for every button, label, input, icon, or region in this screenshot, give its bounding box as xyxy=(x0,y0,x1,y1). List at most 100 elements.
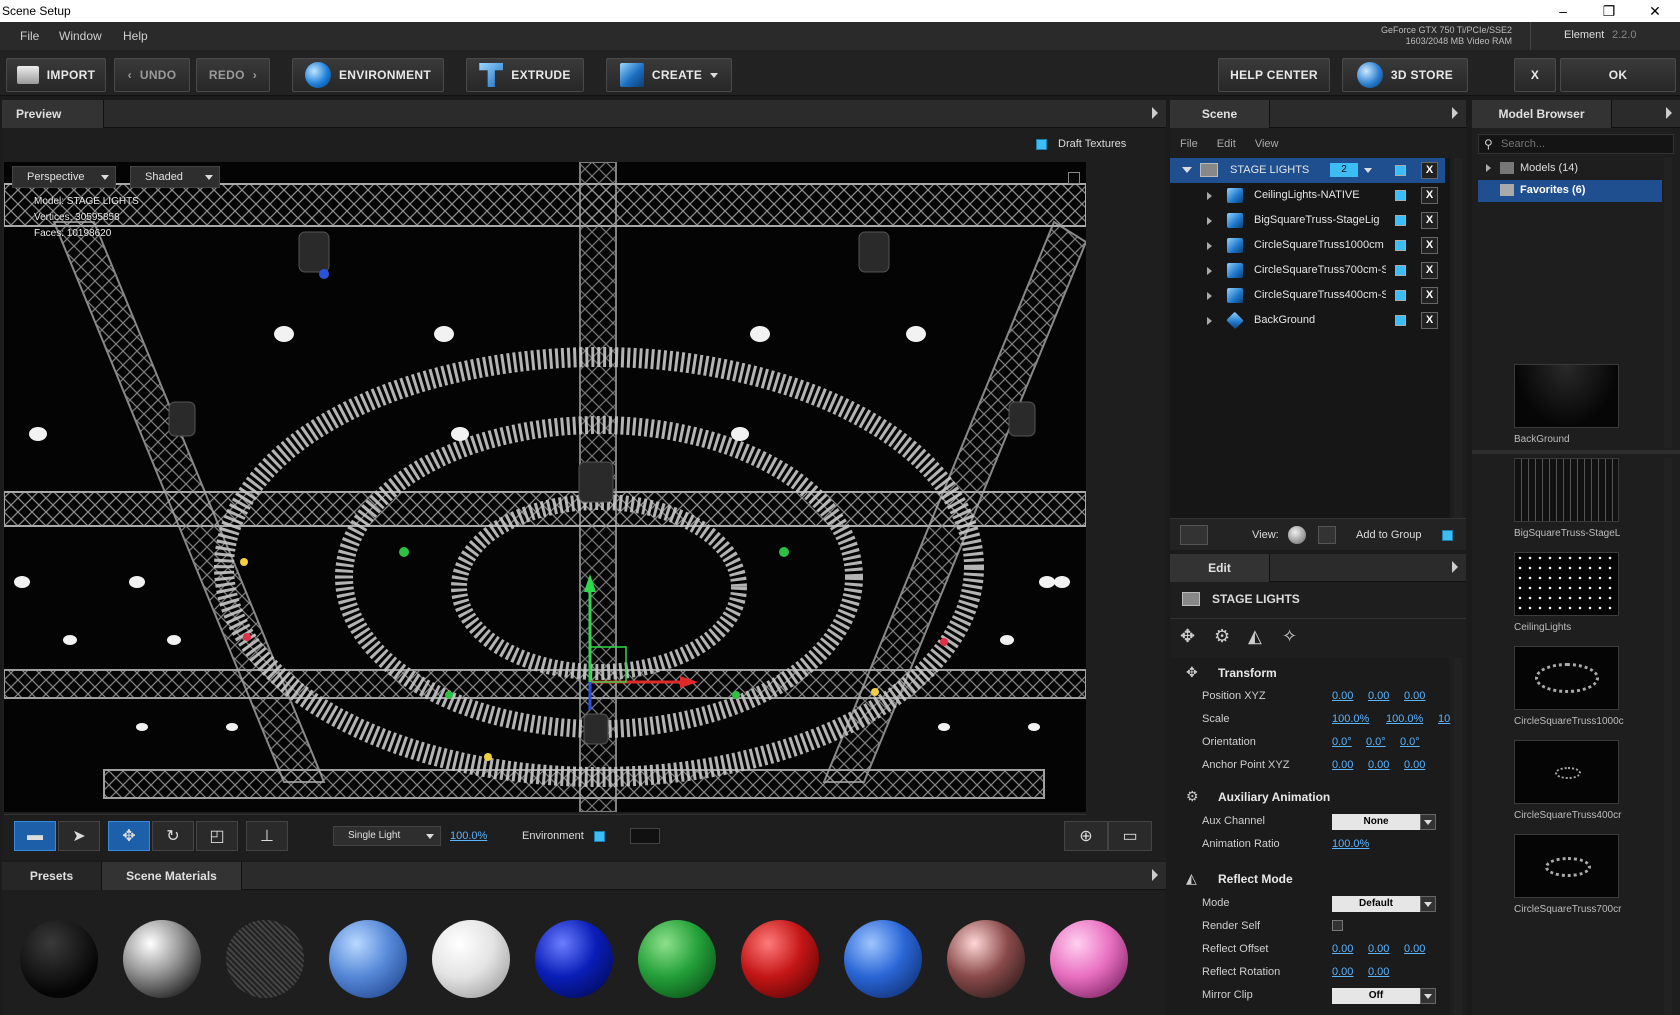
select-pointer-icon[interactable]: ➤ xyxy=(58,821,100,851)
menu-file[interactable]: File xyxy=(20,29,39,43)
axis-tool-icon[interactable]: ⊥ xyxy=(246,821,288,851)
chevron-down-icon[interactable] xyxy=(1420,896,1436,912)
reflect-section-title[interactable]: Reflect Mode xyxy=(1218,872,1293,886)
add-to-group-button[interactable]: Add to Group xyxy=(1356,529,1421,541)
aux-section-title[interactable]: Auxiliary Animation xyxy=(1218,790,1330,804)
scene-group-row[interactable]: STAGE LIGHTS 2 X xyxy=(1170,158,1445,183)
visibility-toggle[interactable] xyxy=(1395,165,1406,176)
material-plastic-red[interactable] xyxy=(741,920,819,998)
maximize-viewport-icon[interactable] xyxy=(1068,172,1080,184)
material-plastic-blue[interactable] xyxy=(844,920,922,998)
anim-ratio-value[interactable]: 100.0% xyxy=(1332,838,1369,850)
gears-icon[interactable]: ⚙ xyxy=(1214,626,1230,647)
shading-mode-dropdown[interactable]: Shaded xyxy=(130,166,220,188)
panel-expand-icon[interactable] xyxy=(1452,561,1458,573)
ok-button[interactable]: OK xyxy=(1560,58,1676,92)
visibility-toggle[interactable] xyxy=(1395,290,1406,301)
delete-button[interactable]: X xyxy=(1421,287,1438,304)
delete-button[interactable]: X xyxy=(1421,187,1438,204)
undo-button[interactable]: ‹ UNDO xyxy=(114,58,190,92)
expand-arrow-icon[interactable] xyxy=(1207,192,1212,200)
scene-item-row[interactable]: CircleSquareTruss700cm-S X xyxy=(1170,258,1445,283)
chevron-down-icon[interactable] xyxy=(1364,168,1372,173)
material-plastic-white[interactable] xyxy=(432,920,510,998)
material-carbon[interactable] xyxy=(226,920,304,998)
expand-arrow-icon[interactable] xyxy=(1207,292,1212,300)
target-icon[interactable]: ⊕ xyxy=(1064,821,1108,851)
transform-section-title[interactable]: Transform xyxy=(1218,666,1277,680)
thumbs-scrollbar[interactable] xyxy=(1664,458,1672,1015)
scene-menu-file[interactable]: File xyxy=(1180,138,1198,150)
rotate-tool-icon[interactable]: ↻ xyxy=(152,821,194,851)
expand-arrow-icon[interactable] xyxy=(1207,267,1212,275)
scale-z[interactable]: 10 xyxy=(1438,713,1450,725)
visibility-toggle[interactable] xyxy=(1395,240,1406,251)
orientation-y[interactable]: 0.0° xyxy=(1366,736,1386,748)
expand-arrow-icon[interactable] xyxy=(1207,242,1212,250)
delete-button[interactable]: X xyxy=(1421,237,1438,254)
material-plastic-green[interactable] xyxy=(638,920,716,998)
scene-item-row[interactable]: BigSquareTruss-StageLig X xyxy=(1170,208,1445,233)
scene-scrollbar[interactable] xyxy=(1454,158,1462,518)
light-mode-dropdown[interactable]: Single Light xyxy=(333,826,441,846)
thumb-background[interactable] xyxy=(1514,364,1619,428)
material-metal[interactable] xyxy=(123,920,201,998)
thumb-bigsquaretruss[interactable] xyxy=(1514,458,1619,522)
draft-textures-checkbox[interactable] xyxy=(1036,139,1047,150)
light-intensity-value[interactable]: 100.0% xyxy=(450,830,487,842)
reflect-offset-x[interactable]: 0.00 xyxy=(1332,943,1353,955)
visibility-toggle[interactable] xyxy=(1395,315,1406,326)
material-plastic-blue-deep[interactable] xyxy=(535,920,613,998)
cancel-button[interactable]: X xyxy=(1514,58,1556,92)
monitor-icon[interactable]: ▭ xyxy=(1108,821,1152,851)
environment-button[interactable]: ENVIRONMENT xyxy=(292,58,444,92)
camera-tool-icon[interactable]: ▬ xyxy=(14,821,56,851)
mirror-clip-select[interactable]: Off xyxy=(1332,988,1420,1004)
anchor-x[interactable]: 0.00 xyxy=(1332,759,1353,771)
anchor-z[interactable]: 0.00 xyxy=(1404,759,1425,771)
expand-arrow-icon[interactable] xyxy=(1486,164,1491,172)
delete-button[interactable]: X xyxy=(1421,162,1438,179)
position-x[interactable]: 0.00 xyxy=(1332,690,1353,702)
reflect-rotation-y[interactable]: 0.00 xyxy=(1368,966,1389,978)
panel-expand-icon[interactable] xyxy=(1152,869,1158,881)
thumb-circlesquaretruss1000[interactable] xyxy=(1514,646,1619,710)
restore-button[interactable]: ❐ xyxy=(1586,0,1632,22)
panel-expand-icon[interactable] xyxy=(1152,107,1158,119)
reflect-rotation-x[interactable]: 0.00 xyxy=(1332,966,1353,978)
tab-model-browser[interactable]: Model Browser xyxy=(1472,100,1612,128)
material-black[interactable] xyxy=(20,920,98,998)
position-y[interactable]: 0.00 xyxy=(1368,690,1389,702)
move-tool-icon[interactable]: ✥ xyxy=(108,821,150,851)
anchor-y[interactable]: 0.00 xyxy=(1368,759,1389,771)
reflect-mode-select[interactable]: Default xyxy=(1332,896,1420,912)
scale-y[interactable]: 100.0% xyxy=(1386,713,1423,725)
edit-scrollbar[interactable] xyxy=(1454,658,1462,1015)
reflect-offset-z[interactable]: 0.00 xyxy=(1404,943,1425,955)
environment-color-swatch[interactable] xyxy=(630,828,660,844)
visibility-toggle[interactable] xyxy=(1395,265,1406,276)
scene-item-row[interactable]: CircleSquareTruss400cm-S X xyxy=(1170,283,1445,308)
split-handle[interactable] xyxy=(1472,450,1680,454)
extrude-button[interactable]: EXTRUDE xyxy=(466,58,584,92)
scene-menu-edit[interactable]: Edit xyxy=(1217,138,1236,150)
aux-channel-select[interactable]: None xyxy=(1332,814,1420,830)
delete-button[interactable]: X xyxy=(1421,312,1438,329)
panel-expand-icon[interactable] xyxy=(1452,107,1458,119)
tree-favorites[interactable]: Favorites (6) xyxy=(1478,180,1662,202)
anchor-icon[interactable]: ✧ xyxy=(1282,626,1297,647)
tab-scene-materials[interactable]: Scene Materials xyxy=(102,862,242,890)
close-window-button[interactable]: ✕ xyxy=(1632,0,1678,22)
material-pink[interactable] xyxy=(1050,920,1128,998)
help-center-button[interactable]: HELP CENTER xyxy=(1218,58,1330,92)
tree-models[interactable]: Models (14) xyxy=(1478,158,1662,180)
scale-x[interactable]: 100.0% xyxy=(1332,713,1369,725)
delete-button[interactable]: X xyxy=(1421,262,1438,279)
render-self-checkbox[interactable] xyxy=(1332,920,1343,931)
tab-preview[interactable]: Preview xyxy=(2,100,104,128)
reflect-offset-y[interactable]: 0.00 xyxy=(1368,943,1389,955)
3d-viewport[interactable]: Perspective Shaded Model: STAGE LIGHTS V… xyxy=(4,162,1086,812)
tab-presets[interactable]: Presets xyxy=(2,862,102,890)
environment-checkbox[interactable] xyxy=(594,831,605,842)
chevron-down-icon[interactable] xyxy=(1420,988,1436,1004)
